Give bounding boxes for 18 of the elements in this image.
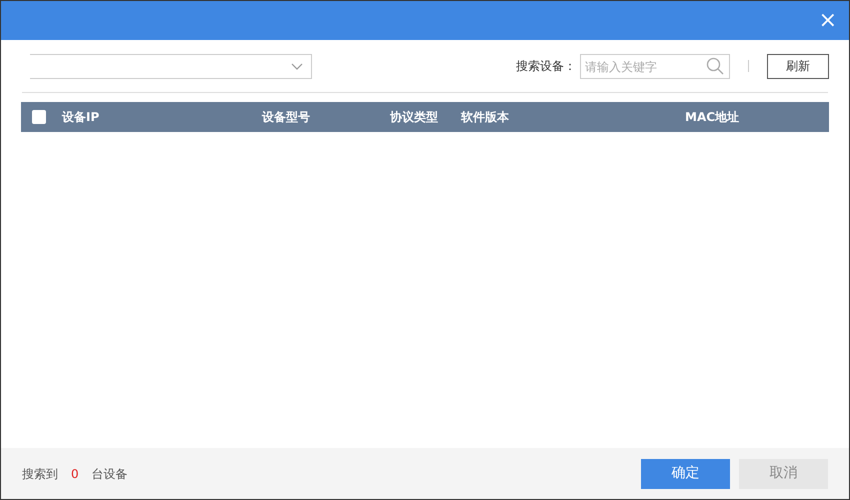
close-button[interactable]: × [818,10,837,32]
select-all-checkbox[interactable] [32,110,46,124]
dropdown-field[interactable] [30,54,312,78]
search-icon [706,56,724,74]
chevron-down-icon [291,62,303,70]
column-header: 协议类型 [390,110,438,124]
confirm-button[interactable]: 确定 [641,458,730,488]
cancel-button[interactable]: 取消 [739,458,828,488]
column-header: 软件版本 [461,110,509,124]
column-header: 设备IP [62,110,100,124]
result-prefix: 搜索到 [22,466,58,482]
search-field[interactable]: 请输入关键字 [580,54,730,79]
search-label: 搜索设备： [516,58,576,75]
result-suffix: 台设备 [92,466,128,482]
refresh-button[interactable]: 刷新 [767,54,829,78]
result-count: 0 [71,466,79,482]
column-header: 设备型号 [262,110,310,124]
column-header: MAC地址 [685,110,740,124]
